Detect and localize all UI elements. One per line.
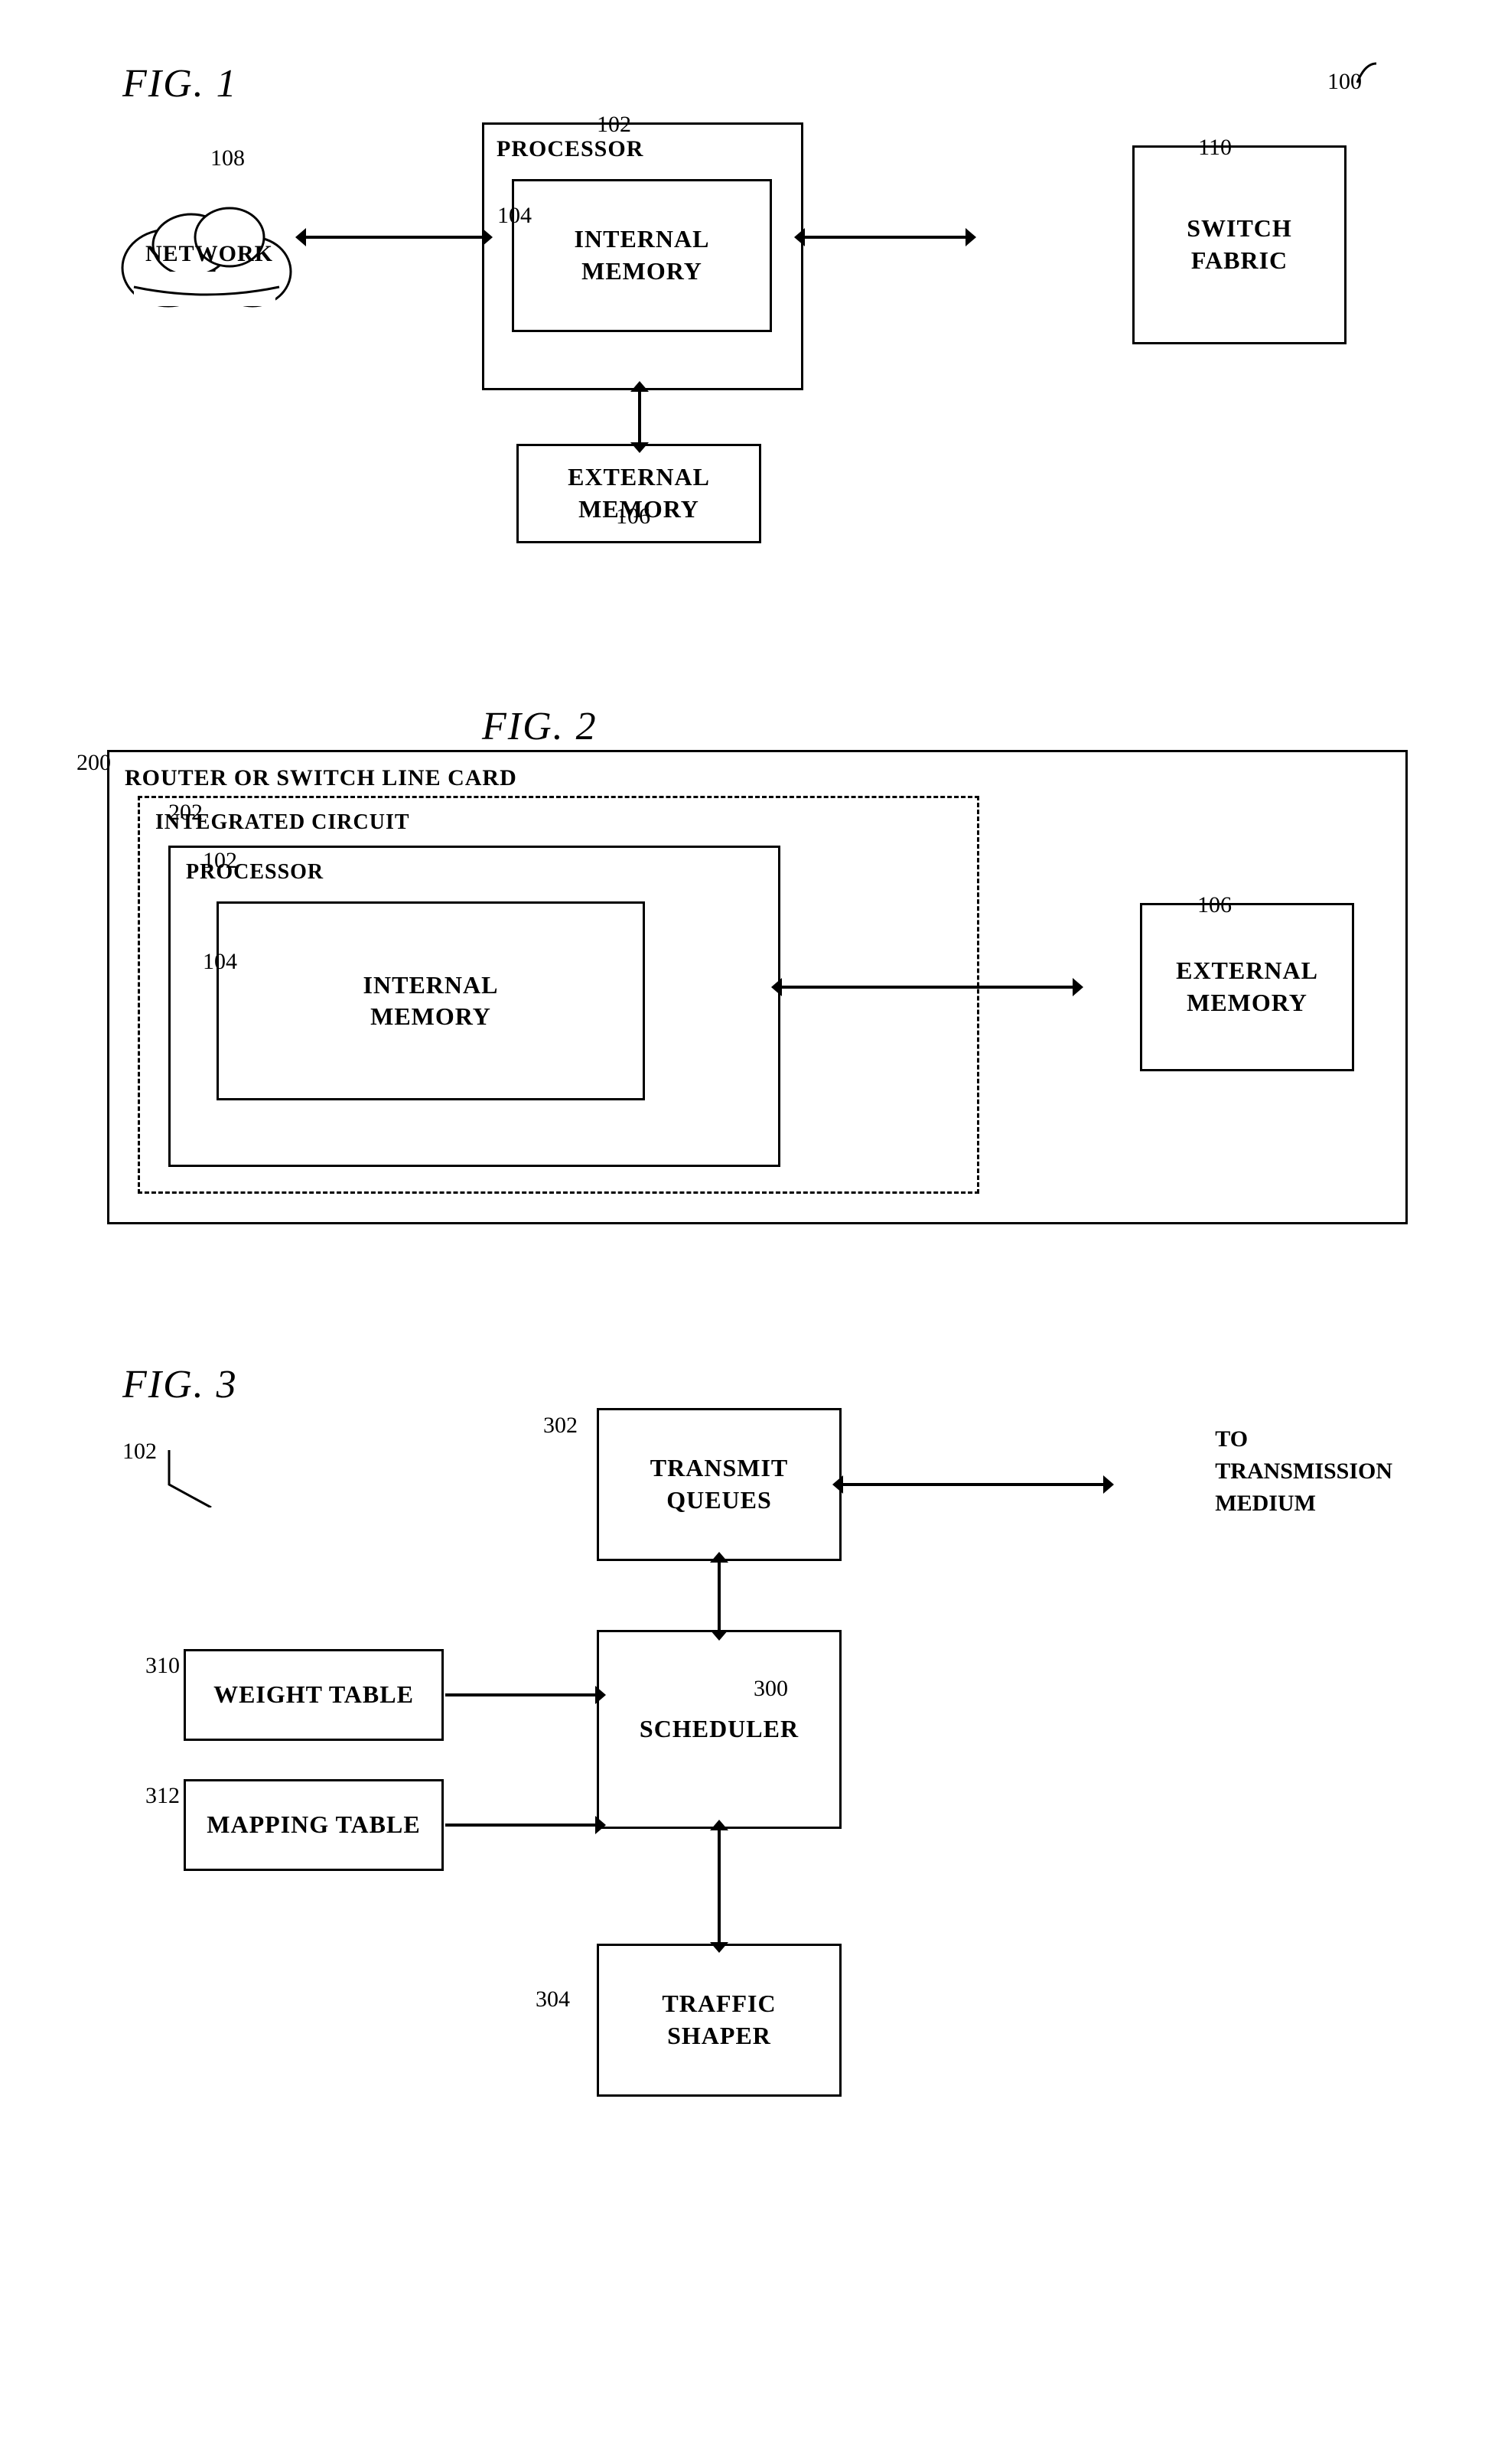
weight-table-box: WEIGHT TABLE (184, 1649, 444, 1741)
arrow-sched-ts (718, 1830, 721, 1942)
internal-memory-box-fig2: INTERNAL MEMORY (217, 901, 645, 1100)
processor-box: PROCESSOR INTERNAL MEMORY (482, 122, 803, 390)
ref-200: 200 (77, 750, 111, 776)
arrow-mt-sched (445, 1824, 595, 1827)
network-cloud: NETWORK (107, 161, 306, 333)
ref-304: 304 (536, 1987, 570, 2013)
ref-108: 108 (210, 145, 245, 171)
traffic-shaper-label: TRAFFIC SHAPER (662, 1988, 776, 2052)
external-memory-label-fig2: EXTERNAL MEMORY (1176, 955, 1318, 1019)
transmit-queues-box: TRANSMIT QUEUES (597, 1408, 842, 1561)
arrow-network-processor (306, 236, 482, 239)
arrow-tq-scheduler (718, 1563, 721, 1630)
arrow-processor-switch (805, 236, 966, 239)
router-label: ROUTER OR SWITCH LINE CARD (125, 763, 517, 793)
fig3-label: FIG. 3 (122, 1362, 238, 1407)
fig1-label: FIG. 1 (122, 61, 238, 106)
arrow-intmem-extmem-fig2 (782, 986, 1073, 989)
arrow-wt-sched (445, 1693, 595, 1696)
ref-104-fig2: 104 (203, 949, 237, 975)
internal-memory-box-fig1: INTERNAL MEMORY (512, 179, 772, 332)
ref-202: 202 (168, 800, 203, 826)
transmit-queues-label: TRANSMIT QUEUES (650, 1452, 788, 1516)
ref-102-fig1: 102 (597, 112, 631, 138)
scheduler-box: SCHEDULER (597, 1630, 842, 1829)
switch-fabric-label: SWITCH FABRIC (1187, 213, 1292, 276)
ref-302: 302 (543, 1413, 578, 1439)
tick-102-fig3 (165, 1446, 242, 1507)
arrow-tq-medium (843, 1483, 1103, 1486)
switch-fabric-box: SWITCH FABRIC (1132, 145, 1347, 344)
ref-102-fig3: 102 (122, 1439, 157, 1465)
network-label: NETWORK (145, 241, 268, 267)
ref-106-fig1: 106 (616, 504, 650, 530)
weight-table-label: WEIGHT TABLE (213, 1679, 414, 1711)
ref-110: 110 (1198, 135, 1232, 161)
ref-102-fig2: 102 (203, 848, 237, 874)
ref-300: 300 (754, 1676, 788, 1702)
ref-312: 312 (145, 1783, 180, 1809)
internal-memory-label-fig1: INTERNAL MEMORY (575, 223, 710, 287)
external-memory-box-fig2: EXTERNAL MEMORY (1140, 903, 1354, 1071)
ref-310: 310 (145, 1653, 180, 1679)
mapping-table-label: MAPPING TABLE (207, 1809, 420, 1841)
to-transmission-medium-label: TO TRANSMISSION MEDIUM (1215, 1423, 1392, 1520)
processor-box-fig2: PROCESSOR INTERNAL MEMORY (168, 846, 780, 1167)
processor-label: PROCESSOR (497, 134, 643, 164)
fig2-label: FIG. 2 (482, 704, 598, 749)
ref-106-fig2: 106 (1197, 892, 1232, 918)
mapping-table-box: MAPPING TABLE (184, 1779, 444, 1871)
scheduler-label: SCHEDULER (640, 1713, 799, 1745)
ref-104-fig1: 104 (497, 203, 532, 229)
tick-100 (1350, 60, 1388, 98)
internal-memory-label-fig2: INTERNAL MEMORY (363, 970, 499, 1033)
arrow-processor-extmem (638, 392, 641, 442)
traffic-shaper-box: TRAFFIC SHAPER (597, 1944, 842, 2097)
